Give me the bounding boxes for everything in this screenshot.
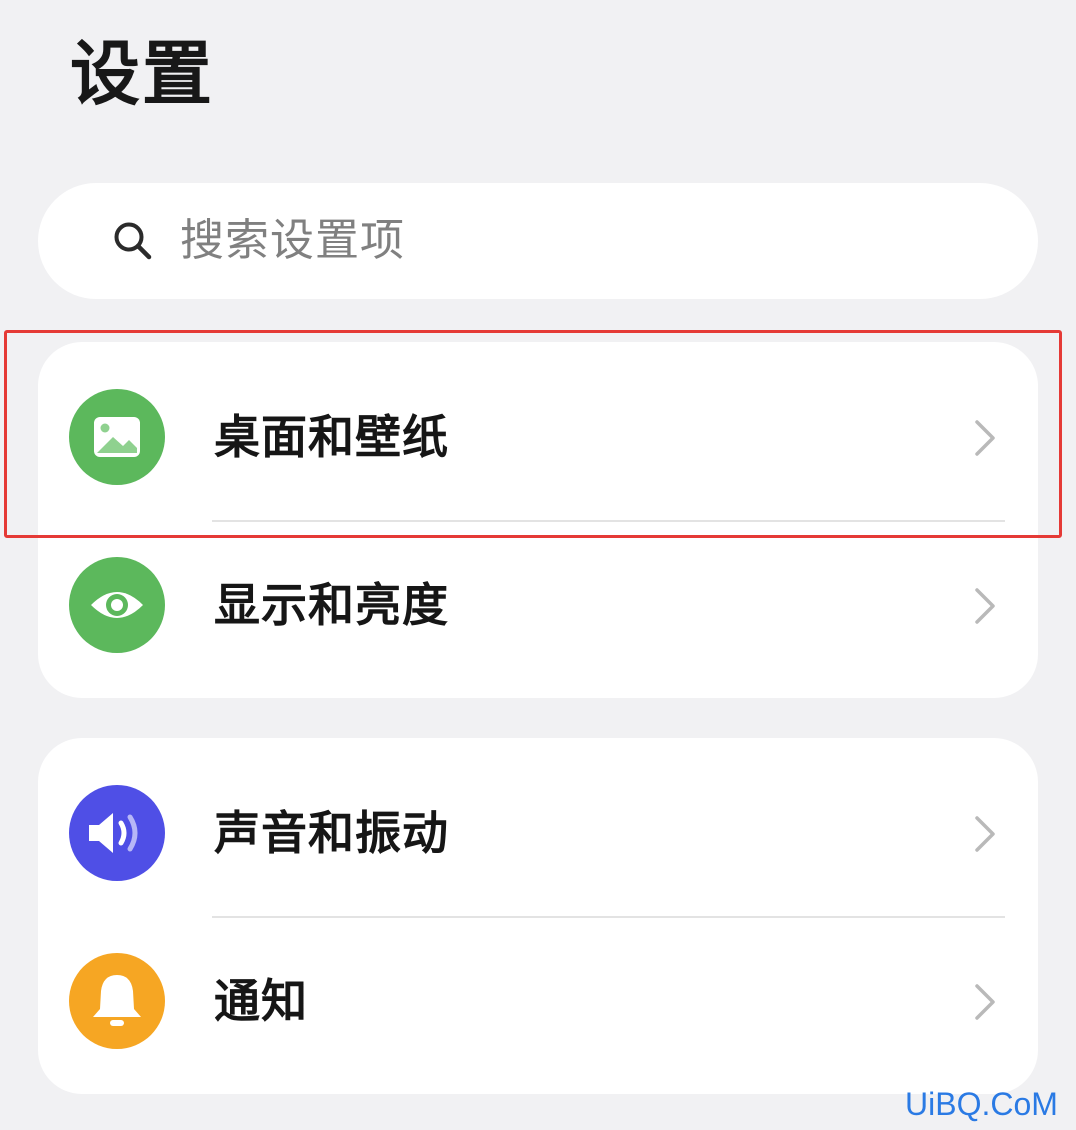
settings-item-label: 声音和振动 — [214, 806, 449, 860]
settings-item-display[interactable]: 显示和亮度 — [38, 520, 1038, 690]
chevron-right-icon — [975, 420, 995, 456]
search-icon — [114, 222, 152, 260]
settings-item-label: 通知 — [214, 974, 308, 1028]
search-input-placeholder[interactable]: 搜索设置项 — [180, 183, 405, 299]
chevron-right-icon — [975, 816, 995, 852]
settings-group-display: 桌面和壁纸 显示和亮度 — [38, 342, 1038, 698]
settings-item-label: 桌面和壁纸 — [214, 410, 449, 464]
eye-icon — [69, 557, 165, 653]
chevron-right-icon — [975, 588, 995, 624]
settings-item-sound[interactable]: 声音和振动 — [38, 748, 1038, 918]
search-bar[interactable]: 搜索设置项 — [38, 183, 1038, 299]
settings-group-sound: 声音和振动 通知 — [38, 738, 1038, 1094]
settings-item-label: 显示和亮度 — [214, 578, 449, 632]
chevron-right-icon — [975, 984, 995, 1020]
watermark: UiBQ.CoM — [905, 1086, 1058, 1122]
bell-icon — [69, 953, 165, 1049]
settings-item-notifications[interactable]: 通知 — [38, 916, 1038, 1086]
page-title: 设置 — [70, 33, 214, 115]
speaker-icon — [69, 785, 165, 881]
settings-item-wallpaper[interactable]: 桌面和壁纸 — [38, 352, 1038, 522]
wallpaper-icon — [69, 389, 165, 485]
